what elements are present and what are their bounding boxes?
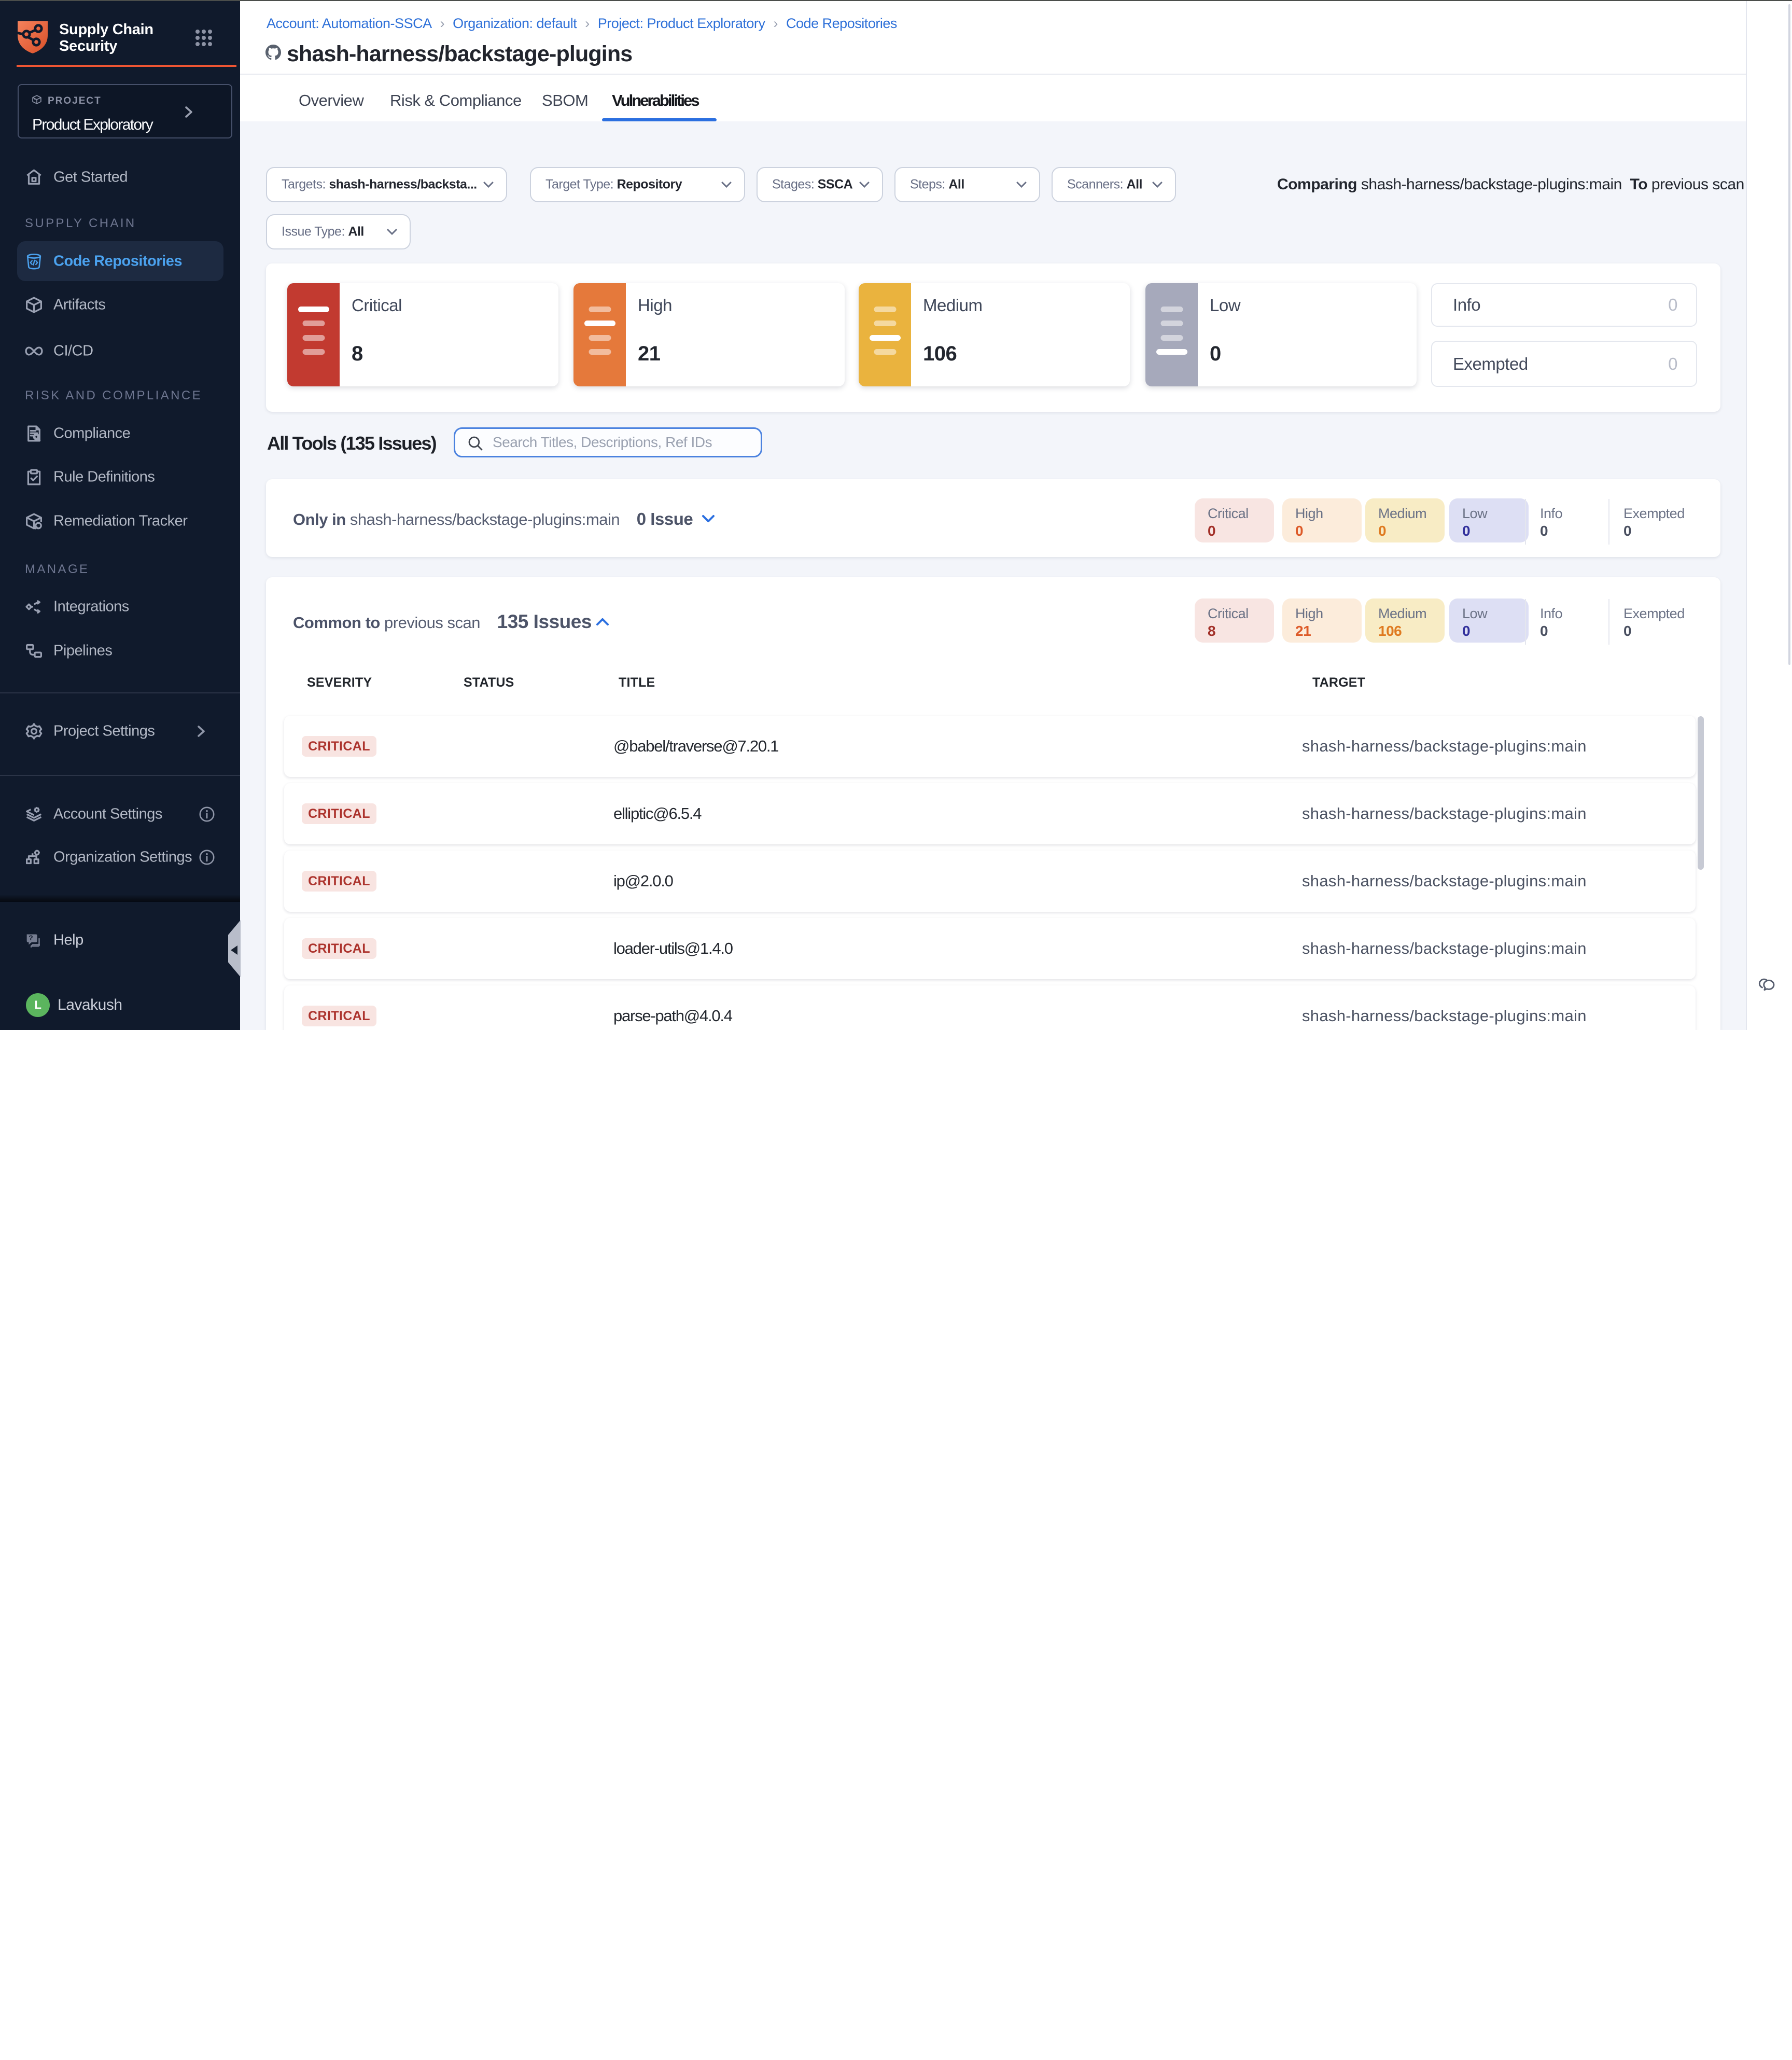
svg-text:?: ? xyxy=(29,934,33,942)
